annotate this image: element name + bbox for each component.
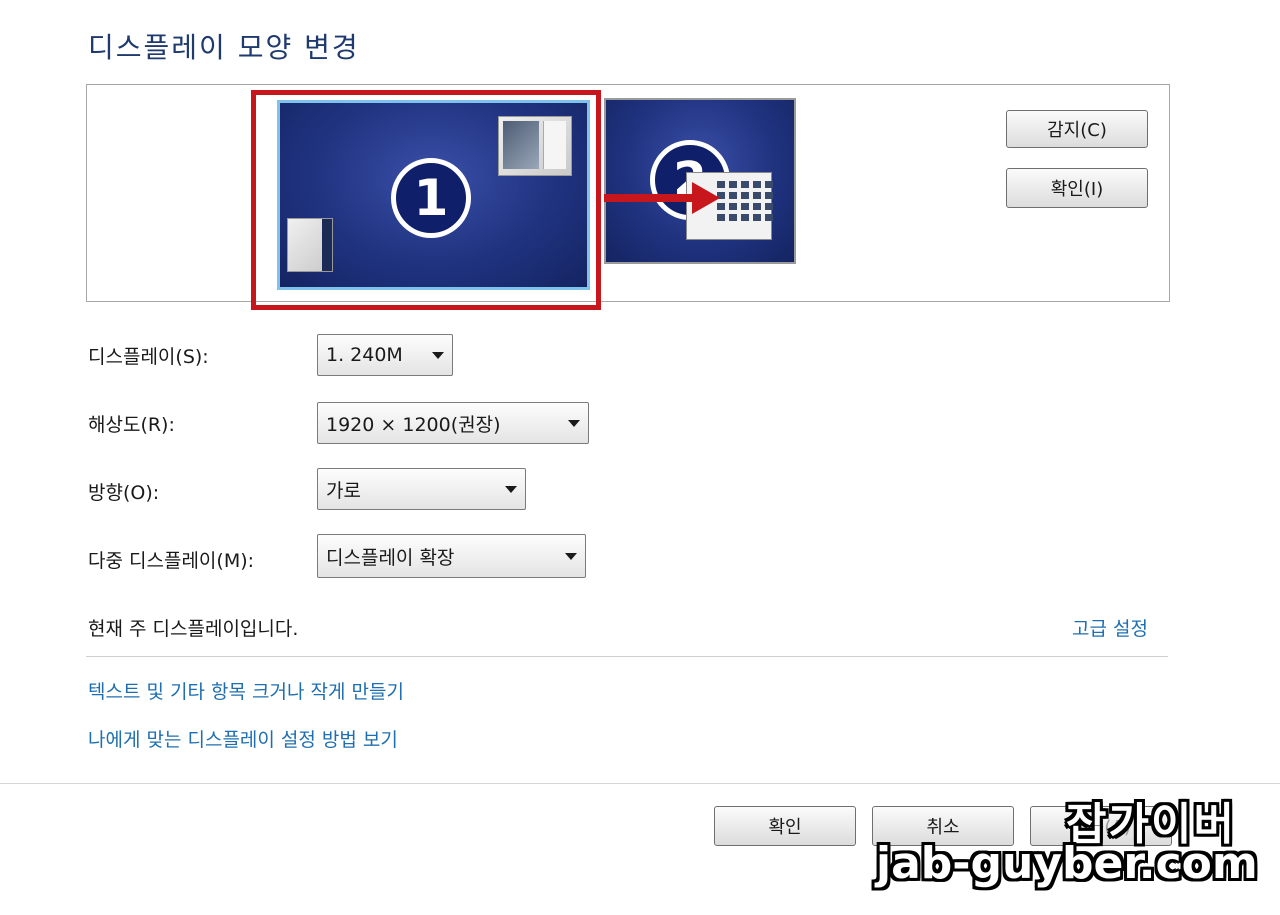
identify-button[interactable]: 확인(I)	[1006, 168, 1148, 208]
dropdown-caret-icon	[565, 553, 577, 560]
resolution-select-value: 1920 × 1200(권장)	[326, 413, 501, 436]
detect-button[interactable]: 감지(C)	[1006, 110, 1148, 148]
divider	[86, 656, 1168, 657]
resolution-label: 해상도(R):	[88, 414, 175, 436]
display-select-value: 1. 240M	[326, 344, 403, 366]
multi-display-label: 다중 디스플레이(M):	[88, 550, 255, 572]
resolution-select[interactable]: 1920 × 1200(권장)	[317, 402, 589, 444]
monitor-arrow-head-icon	[692, 182, 720, 214]
multi-display-select-value: 디스플레이 확장	[326, 546, 455, 569]
watermark-url: jab-guyber.com	[876, 838, 1258, 889]
display-label: 디스플레이(S):	[88, 346, 209, 368]
advanced-settings-link[interactable]: 고급 설정	[1072, 614, 1148, 641]
dropdown-caret-icon	[432, 352, 444, 359]
ok-button[interactable]: 확인	[714, 806, 856, 846]
multi-display-select[interactable]: 디스플레이 확장	[317, 534, 586, 578]
footer-divider	[0, 783, 1280, 784]
orientation-select-value: 가로	[326, 479, 361, 502]
page-title: 디스플레이 모양 변경	[88, 31, 360, 64]
display-help-link[interactable]: 나에게 맞는 디스플레이 설정 방법 보기	[88, 725, 398, 752]
dropdown-caret-icon	[568, 420, 580, 427]
display-select[interactable]: 1. 240M	[317, 334, 453, 376]
selection-highlight-box	[251, 90, 601, 310]
orientation-label: 방향(O):	[88, 482, 160, 504]
dropdown-caret-icon	[505, 486, 517, 493]
primary-display-status: 현재 주 디스플레이입니다.	[88, 618, 299, 640]
orientation-select[interactable]: 가로	[317, 468, 526, 510]
monitor-arrow-icon	[604, 194, 696, 202]
text-size-link[interactable]: 텍스트 및 기타 항목 크거나 작게 만들기	[88, 677, 404, 704]
